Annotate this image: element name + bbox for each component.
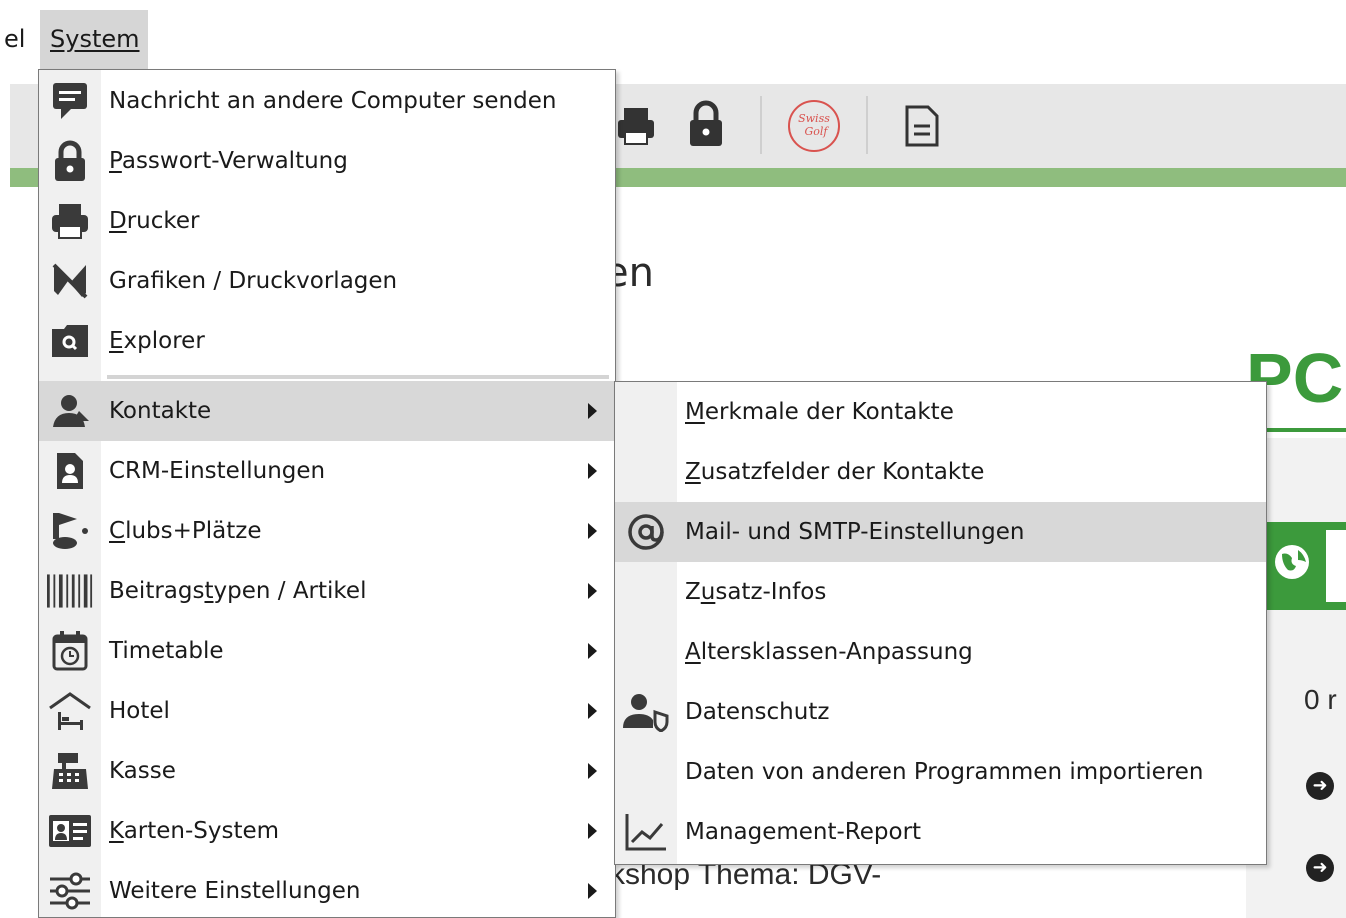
submenu-item-label: Datenschutz — [685, 699, 830, 725]
menu-item-label: Nachricht an andere Computer senden — [109, 88, 557, 114]
submenu-arrow-icon — [588, 883, 597, 899]
hotel-icon — [47, 689, 93, 733]
menu-item-label: Clubs+Plätze — [109, 518, 262, 544]
lock-icon[interactable] — [686, 100, 726, 152]
submenu-arrow-icon — [588, 823, 597, 839]
submenu-item-label: Zusatz-Infos — [685, 579, 827, 605]
cash-register-icon — [47, 749, 93, 793]
submenu-item-mail-smtp[interactable]: Mail- und SMTP-Einstellungen — [615, 502, 1266, 562]
submenu-item-label: Mail- und SMTP-Einstellungen — [685, 519, 1025, 545]
menu-item-label: Grafiken / Druckvorlagen — [109, 268, 398, 294]
submenu-item-label: Zusatzfelder der Kontakte — [685, 459, 985, 485]
globe-tile-panel — [1326, 530, 1346, 602]
menu-item-label: Kasse — [109, 758, 176, 784]
menu-item-timetable[interactable]: Timetable — [39, 621, 615, 681]
submenu-item-label: Daten von anderen Programmen importieren — [685, 759, 1204, 785]
submenu-item-merkmale[interactable]: Merkmale der Kontakte — [615, 382, 1266, 442]
globe-icon — [1275, 545, 1309, 579]
menu-system[interactable]: System — [40, 10, 148, 70]
menu-item-hotel[interactable]: Hotel — [39, 681, 615, 741]
submenu-item-management-report[interactable]: Management-Report — [615, 802, 1266, 862]
menu-item-label: Explorer — [109, 328, 205, 354]
menu-item-drucker[interactable]: Drucker — [39, 191, 615, 251]
submenu-item-label: Altersklassen-Anpassung — [685, 639, 973, 665]
submenu-arrow-icon — [588, 403, 597, 419]
menu-item-nachricht[interactable]: Nachricht an andere Computer senden — [39, 71, 615, 131]
menu-item-label: Hotel — [109, 698, 170, 724]
system-menu: Nachricht an andere Computer senden Pass… — [38, 69, 616, 918]
submenu-arrow-icon — [588, 703, 597, 719]
svg-text:Swiss: Swiss — [798, 112, 830, 125]
sliders-icon — [47, 869, 93, 913]
submenu-item-altersklassen[interactable]: Altersklassen-Anpassung — [615, 622, 1266, 682]
at-icon — [623, 510, 669, 554]
id-card-icon — [47, 809, 93, 853]
toolbar-separator — [760, 96, 762, 154]
submenu-arrow-icon — [588, 523, 597, 539]
submenu-arrow-icon — [588, 463, 597, 479]
menu-item-beitragstypen[interactable]: Beitragstypen / Artikel — [39, 561, 615, 621]
crm-icon — [47, 449, 93, 493]
submenu-arrow-icon — [588, 643, 597, 659]
submenu-item-zusatz-infos[interactable]: Zusatz-Infos — [615, 562, 1266, 622]
submenu-arrow-icon — [588, 583, 597, 599]
globe-tile[interactable] — [1266, 522, 1346, 610]
submenu-item-label: Merkmale der Kontakte — [685, 399, 954, 425]
menu-item-crm[interactable]: CRM-Einstellungen — [39, 441, 615, 501]
swiss-golf-logo[interactable]: Swiss Golf — [784, 98, 844, 158]
menu-item-passwort[interactable]: Passwort-Verwaltung — [39, 131, 615, 191]
menu-item-kasse[interactable]: Kasse — [39, 741, 615, 801]
submenu-arrow-icon — [588, 763, 597, 779]
svg-text:Golf: Golf — [805, 125, 830, 138]
submenu-item-zusatzfelder[interactable]: Zusatzfelder der Kontakte — [615, 442, 1266, 502]
menu-item-label: Kontakte — [109, 398, 212, 424]
menu-separator — [107, 375, 609, 379]
contacts-icon — [47, 389, 93, 433]
toolbar-separator — [866, 96, 868, 154]
menu-item-label: Beitragstypen / Artikel — [109, 578, 367, 604]
menu-item-kontakte[interactable]: Kontakte — [39, 381, 615, 441]
menu-prev-item[interactable]: el — [4, 10, 40, 70]
graphics-icon — [47, 259, 93, 303]
message-icon — [47, 79, 93, 123]
menu-item-label: CRM-Einstellungen — [109, 458, 326, 484]
menu-item-label: Timetable — [109, 638, 224, 664]
submenu-item-import[interactable]: Daten von anderen Programmen importieren — [615, 742, 1266, 802]
menu-item-grafiken[interactable]: Grafiken / Druckvorlagen — [39, 251, 615, 311]
menu-item-label: Weitere Einstellungen — [109, 878, 361, 904]
submenu-item-datenschutz[interactable]: Datenschutz — [615, 682, 1266, 742]
brand-underline — [1266, 428, 1346, 432]
menu-item-explorer[interactable]: Explorer — [39, 311, 615, 371]
lock-icon — [47, 139, 93, 183]
arrow-right-circle-icon[interactable]: ➜ — [1306, 854, 1334, 882]
menu-item-label: Karten-System — [109, 818, 280, 844]
arrow-right-circle-icon[interactable]: ➜ — [1306, 772, 1334, 800]
explorer-icon — [47, 319, 93, 363]
count-text-fragment: 0 r — [1304, 684, 1337, 715]
menu-bar: el System — [0, 0, 1346, 70]
golf-flag-icon — [47, 509, 93, 553]
menu-item-weitere[interactable]: Weitere Einstellungen — [39, 861, 615, 918]
kontakte-submenu: Merkmale der Kontakte Zusatzfelder der K… — [614, 381, 1267, 865]
menu-item-label: Drucker — [109, 208, 200, 234]
barcode-icon — [47, 569, 93, 613]
menu-item-clubs[interactable]: Clubs+Plätze — [39, 501, 615, 561]
printer-icon[interactable] — [616, 104, 656, 152]
privacy-user-icon — [623, 690, 669, 734]
document-icon[interactable] — [904, 104, 940, 152]
menu-system-label: System — [50, 25, 140, 53]
menu-item-karten[interactable]: Karten-System — [39, 801, 615, 861]
printer-icon — [47, 199, 93, 243]
chart-line-icon — [623, 810, 669, 854]
submenu-item-label: Management-Report — [685, 819, 922, 845]
calendar-clock-icon — [47, 629, 93, 673]
menu-item-label: Passwort-Verwaltung — [109, 148, 348, 174]
